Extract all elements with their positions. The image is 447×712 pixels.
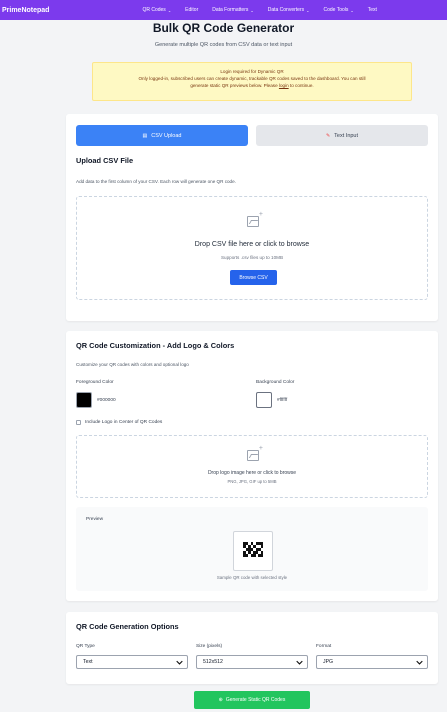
options-title: QR Code Generation Options bbox=[76, 622, 179, 631]
image-upload-icon: + bbox=[247, 445, 263, 461]
chevron-down-icon bbox=[416, 660, 423, 665]
nav-item-qr-codes[interactable]: QR Codes ⌄ bbox=[142, 7, 171, 13]
edit-icon: ✎ bbox=[325, 132, 331, 139]
notice-body: Only logged-in, subscribed users can cre… bbox=[138, 76, 366, 81]
qr-type-value: Text bbox=[83, 659, 93, 665]
logo-dropzone-support-text: PNG, JPG, GIF up to 5MB bbox=[227, 479, 277, 484]
tab-csv-upload[interactable]: ▤ CSV Upload bbox=[76, 125, 248, 146]
logo-dropzone[interactable]: + Drop logo image here or click to brows… bbox=[76, 435, 428, 498]
upload-title: Upload CSV File bbox=[76, 156, 134, 165]
chevron-down-icon bbox=[176, 660, 183, 665]
nav-item-label: Data Converters bbox=[267, 7, 305, 13]
include-logo-checkbox[interactable] bbox=[76, 420, 81, 425]
fg-color-picker[interactable] bbox=[76, 392, 92, 408]
nav-item-data-converters[interactable]: Data Converters ⌄ bbox=[268, 7, 310, 13]
nav-item-code-tools[interactable]: Code Tools ⌄ bbox=[323, 7, 353, 13]
dropzone-support-text: Supports .csv files up to 10MB bbox=[220, 255, 284, 260]
chevron-down-icon: ⌄ bbox=[350, 7, 354, 13]
size-select[interactable]: 512x512 bbox=[196, 655, 308, 669]
bg-color-value: #ffffff bbox=[277, 398, 288, 403]
include-logo-label: Include Logo in Center of QR Codes bbox=[85, 420, 163, 425]
csv-dropzone[interactable]: + Drop CSV file here or click to browse … bbox=[76, 196, 428, 300]
qr-type-label: QR Type bbox=[76, 644, 95, 649]
nav-menu: QR Codes ⌄ Editor Data Formatters ⌄ Data C… bbox=[142, 7, 390, 13]
nav-item-data-formatters[interactable]: Data Formatters ⌄ bbox=[212, 7, 253, 13]
format-select[interactable]: JPG bbox=[316, 655, 428, 669]
qr-type-select[interactable]: Text bbox=[76, 655, 188, 669]
customization-description: Customize your QR codes with colors and … bbox=[76, 362, 189, 367]
tab-label: CSV Upload bbox=[151, 132, 182, 139]
upload-description: Add data to the first column of your CSV… bbox=[76, 179, 236, 184]
chevron-down-icon bbox=[296, 660, 303, 665]
chevron-down-icon: ⌄ bbox=[250, 7, 254, 13]
bg-color-label: Background Color bbox=[256, 380, 295, 385]
format-label: Format bbox=[316, 644, 332, 649]
file-icon: ▤ bbox=[142, 132, 148, 139]
customization-card: QR Code Customization - Add Logo & Color… bbox=[66, 331, 438, 601]
customization-title: QR Code Customization - Add Logo & Color… bbox=[76, 341, 235, 350]
notice-body-line2: generate static QR previews below. Pleas… bbox=[93, 82, 411, 89]
notice-text: generate static QR previews below. Pleas… bbox=[190, 83, 279, 88]
tab-text-input[interactable]: ✎ Text Input bbox=[256, 125, 428, 146]
generate-qr-button[interactable]: ⊕ Generate Static QR Codes bbox=[194, 691, 310, 709]
size-value: 512x512 bbox=[203, 659, 223, 665]
generate-label: Generate Static QR Codes bbox=[225, 697, 286, 703]
upload-card: ▤ CSV Upload ✎ Text Input Upload CSV Fil… bbox=[66, 114, 438, 321]
notice-heading: Login required for Dynamic QR bbox=[220, 69, 284, 74]
browse-csv-button[interactable]: Browse CSV bbox=[230, 270, 277, 285]
options-card: QR Code Generation Options QR Type Text … bbox=[66, 612, 438, 684]
top-navbar: PrimeNotepad QR Codes ⌄ Editor Data Forma… bbox=[0, 0, 447, 20]
fg-color-value: #000000 bbox=[97, 398, 116, 403]
page-title: Bulk QR Code Generator bbox=[152, 21, 295, 35]
qr-preview-pattern bbox=[243, 542, 263, 557]
notice-text: to continue. bbox=[288, 83, 314, 88]
nav-item-label: Code Tools bbox=[323, 7, 349, 13]
preview-panel: Preview Sample QR code with selected sty… bbox=[76, 507, 428, 591]
logo-dropzone-text: Drop logo image here or click to browse bbox=[207, 470, 297, 476]
image-upload-icon: + bbox=[247, 211, 263, 227]
format-value: JPG bbox=[323, 659, 334, 665]
preview-caption: Sample QR code with selected style bbox=[216, 575, 288, 580]
chevron-down-icon: ⌄ bbox=[306, 7, 310, 13]
nav-item-label: Editor bbox=[185, 7, 199, 13]
nav-item-editor[interactable]: Editor bbox=[185, 7, 198, 13]
qr-preview bbox=[233, 531, 273, 571]
brand-logo[interactable]: PrimeNotepad bbox=[2, 7, 49, 14]
login-notice: Login required for Dynamic QR Only logge… bbox=[92, 62, 412, 101]
nav-item-label: Data Formatters bbox=[212, 7, 249, 13]
preview-label: Preview bbox=[86, 517, 104, 522]
nav-item-text[interactable]: Text bbox=[368, 7, 377, 13]
size-label: Size (pixels) bbox=[196, 644, 223, 649]
chevron-down-icon: ⌄ bbox=[167, 7, 172, 13]
dropzone-text: Drop CSV file here or click to browse bbox=[194, 241, 310, 248]
nav-item-label: QR Codes bbox=[142, 7, 166, 13]
login-link[interactable]: login bbox=[279, 83, 289, 88]
fg-color-label: Foreground Color bbox=[76, 380, 114, 385]
page-subtitle: Generate multiple QR codes from CSV data… bbox=[154, 42, 293, 48]
plus-circle-icon: ⊕ bbox=[218, 697, 223, 703]
nav-item-label: Text bbox=[367, 7, 377, 13]
tab-label: Text Input bbox=[334, 132, 359, 139]
bg-color-picker[interactable] bbox=[256, 392, 272, 408]
